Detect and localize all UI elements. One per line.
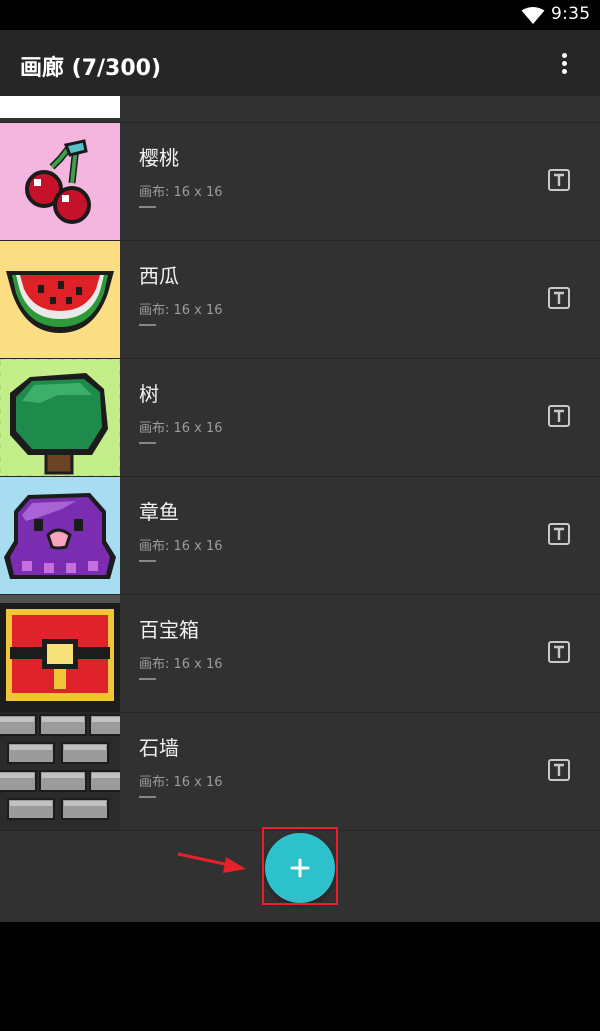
text-rename-icon[interactable] bbox=[547, 404, 571, 428]
item-canvas-size: 画布: 16 x 16 bbox=[139, 185, 223, 200]
gallery-item-stone-wall[interactable]: 石墙 画布: 16 x 16 bbox=[0, 713, 600, 831]
stone-wall-thumbnail bbox=[0, 713, 120, 830]
item-canvas-size: 画布: 16 x 16 bbox=[139, 303, 223, 318]
gallery-screen: 9:35 画廊 (7/300) 樱桃 画布: 16 x 16 西瓜 画布: 16… bbox=[0, 0, 600, 1031]
item-dash bbox=[139, 442, 156, 444]
status-time: 9:35 bbox=[551, 4, 591, 24]
add-canvas-button[interactable] bbox=[265, 833, 335, 903]
item-name: 樱桃 bbox=[139, 146, 179, 170]
gallery-item-watermelon[interactable]: 西瓜 画布: 16 x 16 bbox=[0, 241, 600, 359]
wifi-icon bbox=[521, 7, 545, 24]
item-canvas-size: 画布: 16 x 16 bbox=[139, 775, 223, 790]
item-name: 西瓜 bbox=[139, 264, 179, 288]
treasure-chest-thumbnail bbox=[0, 595, 120, 712]
page-title: 画廊 (7/300) bbox=[20, 56, 162, 81]
plus-icon bbox=[290, 858, 310, 878]
annotation-arrow bbox=[177, 852, 246, 873]
gallery-item-octopus[interactable]: 章鱼 画布: 16 x 16 bbox=[0, 477, 600, 595]
gallery-item-tree[interactable]: 树 画布: 16 x 16 bbox=[0, 359, 600, 477]
gallery-item-treasure-chest[interactable]: 百宝箱 画布: 16 x 16 bbox=[0, 595, 600, 713]
item-dash bbox=[139, 206, 156, 208]
text-rename-icon[interactable] bbox=[547, 640, 571, 664]
gallery-item-cherry[interactable]: 樱桃 画布: 16 x 16 bbox=[0, 123, 600, 241]
tree-thumbnail bbox=[0, 359, 120, 476]
watermelon-thumbnail bbox=[0, 241, 120, 358]
app-bar: 画廊 (7/300) bbox=[0, 30, 600, 96]
item-name: 树 bbox=[139, 382, 159, 406]
item-canvas-size: 画布: 16 x 16 bbox=[139, 657, 223, 672]
partial-thumbnail bbox=[0, 96, 120, 118]
item-canvas-size: 画布: 16 x 16 bbox=[139, 421, 223, 436]
bottom-blank-area bbox=[0, 922, 600, 1031]
gallery-list: 樱桃 画布: 16 x 16 西瓜 画布: 16 x 16 树 画布: 16 x… bbox=[0, 96, 600, 922]
item-canvas-size: 画布: 16 x 16 bbox=[139, 539, 223, 554]
cherry-thumbnail bbox=[0, 123, 120, 240]
item-dash bbox=[139, 560, 156, 562]
item-name: 石墙 bbox=[139, 736, 179, 760]
item-name: 章鱼 bbox=[139, 500, 179, 524]
more-options-button[interactable] bbox=[548, 46, 580, 82]
item-dash bbox=[139, 796, 156, 798]
text-rename-icon[interactable] bbox=[547, 168, 571, 192]
text-rename-icon[interactable] bbox=[547, 522, 571, 546]
octopus-thumbnail bbox=[0, 477, 120, 594]
text-rename-icon[interactable] bbox=[547, 758, 571, 782]
status-bar: 9:35 bbox=[0, 0, 600, 30]
text-rename-icon[interactable] bbox=[547, 286, 571, 310]
item-dash bbox=[139, 324, 156, 326]
item-name: 百宝箱 bbox=[139, 618, 199, 642]
item-dash bbox=[139, 678, 156, 680]
list-partial-row bbox=[0, 96, 600, 123]
